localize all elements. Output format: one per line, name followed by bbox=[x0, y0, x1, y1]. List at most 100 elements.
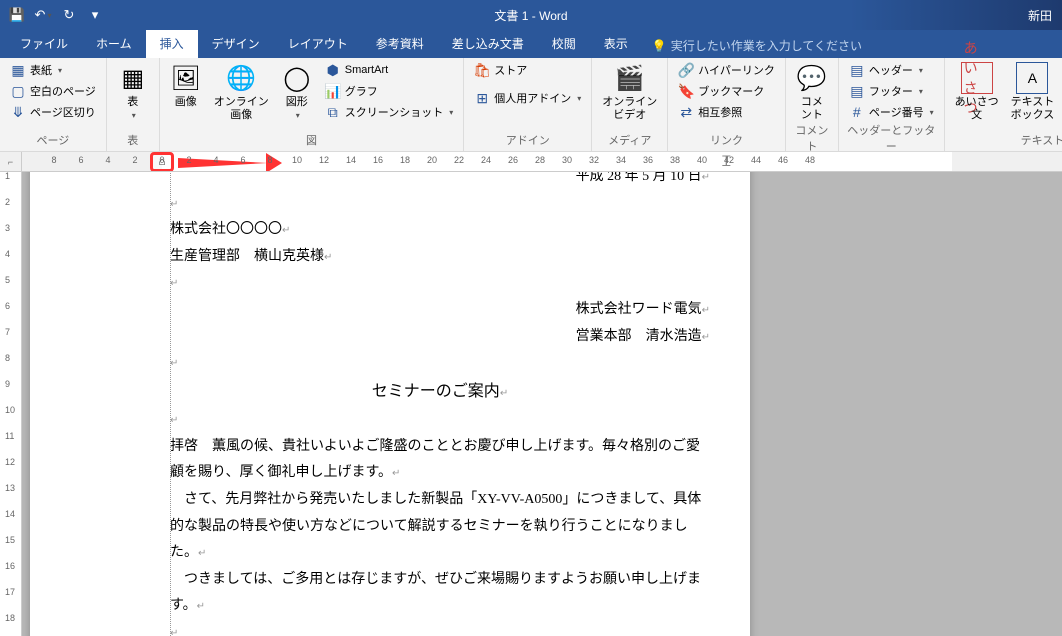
addins-icon: ⊞ bbox=[474, 90, 490, 106]
tab-view[interactable]: 表示 bbox=[590, 29, 642, 58]
ruler-tick: 10 bbox=[292, 155, 302, 165]
ruler-tick: 13 bbox=[5, 483, 15, 493]
ruler-tick: 0 bbox=[159, 155, 164, 165]
blank-page-button[interactable]: ▢空白のページ bbox=[6, 81, 100, 101]
ruler-tick: 24 bbox=[481, 155, 491, 165]
doc-para-empty: ↵ bbox=[170, 270, 710, 297]
tell-me-placeholder: 実行したい作業を入力してください bbox=[671, 37, 862, 54]
save-icon: 💾 bbox=[9, 7, 25, 23]
textbox-button[interactable]: Aテキスト ボックス bbox=[1007, 60, 1059, 122]
tab-home[interactable]: ホーム bbox=[82, 29, 146, 58]
horizontal-ruler[interactable]: ⌂ Ꮖ 864202468101214161820222426283032343… bbox=[22, 152, 1062, 172]
group-comments: 💬コメント コメント bbox=[786, 58, 839, 151]
bookmark-button[interactable]: 🔖ブックマーク bbox=[674, 81, 779, 101]
ruler-tick: 32 bbox=[589, 155, 599, 165]
online-video-button[interactable]: 🎬オンライン ビデオ bbox=[598, 60, 661, 122]
cover-page-button[interactable]: ▦表紙▾ bbox=[6, 60, 100, 80]
redo-button[interactable]: ↻ bbox=[58, 4, 80, 26]
user-name[interactable]: 新田 bbox=[1028, 7, 1062, 24]
tab-references[interactable]: 参考資料 bbox=[362, 29, 438, 58]
chevron-down-icon: ▾ bbox=[92, 7, 99, 23]
tab-file[interactable]: ファイル bbox=[6, 29, 82, 58]
ruler-tick: 12 bbox=[319, 155, 329, 165]
group-label: テキスト bbox=[951, 132, 1062, 150]
ruler-tick: 9 bbox=[5, 379, 10, 389]
doc-para-empty: ↵ bbox=[170, 191, 710, 218]
comment-icon: 💬 bbox=[796, 62, 828, 94]
ruler-tick: 1 bbox=[5, 171, 10, 181]
ruler-tick: 8 bbox=[5, 353, 10, 363]
ruler-tick: 2 bbox=[5, 197, 10, 207]
group-label: リンク bbox=[674, 132, 779, 150]
hyperlink-button[interactable]: 🔗ハイパーリンク bbox=[674, 60, 779, 80]
comment-button[interactable]: 💬コメント bbox=[792, 60, 832, 122]
ruler-tick: 17 bbox=[5, 587, 15, 597]
doc-para-empty: ↵ bbox=[170, 407, 710, 434]
chart-button[interactable]: 📊グラフ bbox=[321, 81, 457, 101]
tell-me-search[interactable]: 💡 実行したい作業を入力してください bbox=[642, 33, 872, 58]
table-button[interactable]: ▦ 表▾ bbox=[113, 60, 153, 122]
doc-sender-company: 株式会社ワード電気↵ bbox=[170, 297, 710, 324]
doc-recipient-person: 生産管理部 横山克英様↵ bbox=[170, 244, 710, 271]
group-addins: 🛍ストア ⊞個人用アドイン▾ アドイン bbox=[464, 58, 592, 151]
ruler-tick: 46 bbox=[778, 155, 788, 165]
crossref-button[interactable]: ⇄相互参照 bbox=[674, 102, 779, 122]
ruler-tick: 12 bbox=[5, 457, 15, 467]
customize-quick-button[interactable]: ▾ bbox=[84, 4, 106, 26]
smartart-icon: ⬢ bbox=[325, 62, 341, 78]
footer-button[interactable]: ▤フッター▾ bbox=[845, 81, 938, 101]
store-button[interactable]: 🛍ストア bbox=[470, 60, 585, 80]
doc-para-empty: ↵ bbox=[170, 350, 710, 377]
ribbon: ▦表紙▾ ▢空白のページ ⤋ページ区切り ページ ▦ 表▾ 表 🖼画像 🌐オンラ… bbox=[0, 58, 1062, 152]
title-bar: 💾 ↶▾ ↻ ▾ 文書 1 - Word 新田 bbox=[0, 0, 1062, 30]
tab-review[interactable]: 校閲 bbox=[538, 29, 590, 58]
screenshot-button[interactable]: ⧉スクリーンショット▾ bbox=[321, 102, 457, 122]
group-links: 🔗ハイパーリンク 🔖ブックマーク ⇄相互参照 リンク bbox=[668, 58, 786, 151]
tab-layout[interactable]: レイアウト bbox=[274, 29, 362, 58]
doc-body-3: つきましては、ご多用とは存じますが、ぜひご来場賜りますようお願い申し上げます。↵ bbox=[170, 567, 710, 620]
my-addins-button[interactable]: ⊞個人用アドイン▾ bbox=[470, 88, 585, 108]
group-label: 図 bbox=[166, 132, 457, 150]
picture-button[interactable]: 🖼画像 bbox=[166, 60, 206, 109]
ruler-tick: 28 bbox=[535, 155, 545, 165]
tab-mailings[interactable]: 差し込み文書 bbox=[438, 29, 538, 58]
lightbulb-icon: 💡 bbox=[652, 39, 667, 53]
document-area[interactable]: 平成 28 年 5 月 10 日↵ ↵ 株式会社〇〇〇〇↵ 生産管理部 横山克英… bbox=[22, 172, 1062, 636]
ruler-tick: 15 bbox=[5, 535, 15, 545]
undo-button[interactable]: ↶▾ bbox=[32, 4, 54, 26]
video-icon: 🎬 bbox=[614, 62, 646, 94]
page-break-button[interactable]: ⤋ページ区切り bbox=[6, 102, 100, 122]
tab-design[interactable]: デザイン bbox=[198, 29, 274, 58]
chart-icon: 📊 bbox=[325, 83, 341, 99]
ruler-tick: 8 bbox=[267, 155, 272, 165]
ruler-tick: 8 bbox=[51, 155, 56, 165]
online-picture-button[interactable]: 🌐オンライン 画像 bbox=[210, 60, 273, 122]
blank-page-icon: ▢ bbox=[10, 83, 26, 99]
ruler-tick: 6 bbox=[5, 301, 10, 311]
ruler-tick: 18 bbox=[400, 155, 410, 165]
link-icon: 🔗 bbox=[678, 62, 694, 78]
group-media: 🎬オンライン ビデオ メディア bbox=[592, 58, 668, 151]
group-pages: ▦表紙▾ ▢空白のページ ⤋ページ区切り ページ bbox=[0, 58, 107, 151]
vertical-ruler[interactable]: 123456789101112131415161718 bbox=[0, 172, 22, 636]
ruler-tick: 2 bbox=[132, 155, 137, 165]
page-number-button[interactable]: #ページ番号▾ bbox=[845, 102, 938, 122]
chevron-down-icon: ▾ bbox=[47, 11, 51, 20]
doc-body-1: 拝啓 薫風の候、貴社いよいよご隆盛のこととお慶び申し上げます。毎々格別のご愛顧を… bbox=[170, 434, 710, 487]
doc-title: セミナーのご案内↵ bbox=[170, 377, 710, 407]
smartart-button[interactable]: ⬢SmartArt bbox=[321, 60, 457, 80]
store-icon: 🛍 bbox=[474, 62, 490, 78]
shapes-button[interactable]: ◯図形▾ bbox=[277, 60, 317, 122]
greeting-button[interactable]: あいさつあいさつ 文 bbox=[951, 60, 1003, 122]
group-label: アドイン bbox=[470, 132, 585, 150]
ruler-tick: 18 bbox=[5, 613, 15, 623]
ruler-tick: 40 bbox=[697, 155, 707, 165]
undo-icon: ↶ bbox=[35, 7, 46, 23]
doc-sender-person: 営業本部 清水浩造↵ bbox=[170, 324, 710, 351]
header-button[interactable]: ▤ヘッダー▾ bbox=[845, 60, 938, 80]
save-button[interactable]: 💾 bbox=[6, 4, 28, 26]
ruler-tick: 30 bbox=[562, 155, 572, 165]
document-page[interactable]: 平成 28 年 5 月 10 日↵ ↵ 株式会社〇〇〇〇↵ 生産管理部 横山克英… bbox=[30, 172, 750, 636]
group-tables: ▦ 表▾ 表 bbox=[107, 58, 160, 151]
tab-insert[interactable]: 挿入 bbox=[146, 29, 198, 58]
